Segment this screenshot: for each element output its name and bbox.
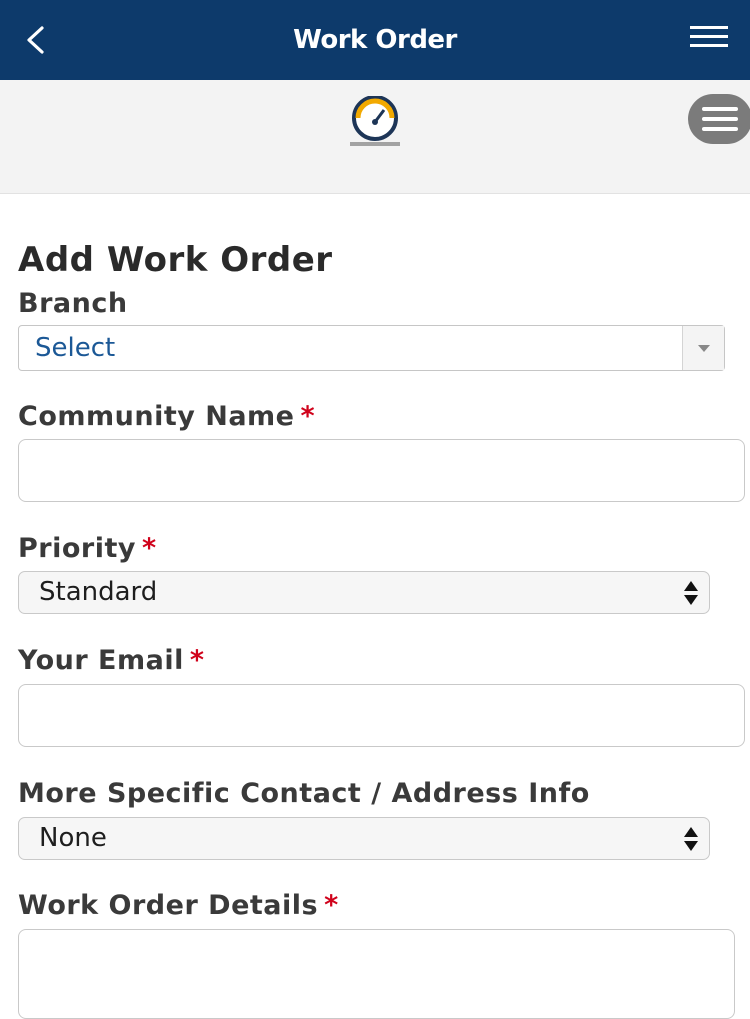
menu-button[interactable] (690, 26, 730, 54)
required-marker: * (142, 533, 157, 564)
priority-select-value: Standard (39, 577, 158, 607)
contact-info-label: More Specific Contact / Address Info (18, 778, 590, 809)
contact-info-label-text: More Specific Contact / Address Info (18, 778, 590, 809)
app-header: Work Order (0, 0, 750, 80)
chevron-down-icon (697, 344, 710, 352)
page-title: Work Order (293, 25, 457, 55)
branch-label-text: Branch (18, 288, 128, 319)
branch-select[interactable]: Select (18, 325, 725, 371)
circle-hamburger-icon (702, 107, 738, 111)
hamburger-icon-line (690, 44, 728, 47)
back-button[interactable] (18, 20, 52, 60)
branch-label: Branch (18, 288, 128, 319)
community-name-label: Community Name * (18, 401, 315, 432)
email-label-text: Your Email (18, 645, 184, 676)
contact-info-select[interactable]: None (18, 817, 710, 860)
up-down-arrows-icon (684, 581, 698, 605)
priority-label: Priority * (18, 533, 157, 564)
circle-hamburger-icon-line (702, 127, 738, 131)
branch-dropdown-arrow[interactable] (682, 326, 724, 370)
circle-hamburger-icon-line (702, 117, 738, 121)
priority-label-text: Priority (18, 533, 136, 564)
hamburger-icon-line (690, 35, 728, 38)
contact-info-select-value: None (39, 823, 107, 853)
required-marker: * (189, 645, 205, 676)
chevron-left-icon (27, 26, 44, 54)
email-input[interactable] (18, 684, 745, 747)
up-down-arrows-icon (684, 827, 698, 851)
community-name-label-text: Community Name (18, 401, 295, 432)
branch-select-value: Select (35, 333, 116, 363)
details-label-text: Work Order Details (18, 890, 319, 921)
community-name-input[interactable] (18, 439, 745, 502)
speedometer-logo (352, 96, 398, 141)
required-marker: * (324, 890, 339, 921)
details-textarea[interactable] (18, 929, 735, 1019)
circle-menu-button[interactable] (688, 94, 750, 144)
brand-banner (0, 80, 750, 194)
hamburger-icon (690, 26, 728, 29)
email-label: Your Email * (18, 645, 205, 676)
details-label: Work Order Details * (18, 890, 339, 921)
required-marker: * (300, 401, 316, 432)
logo-caption (350, 142, 400, 146)
form-heading: Add Work Order (18, 240, 333, 280)
priority-select[interactable]: Standard (18, 571, 710, 614)
